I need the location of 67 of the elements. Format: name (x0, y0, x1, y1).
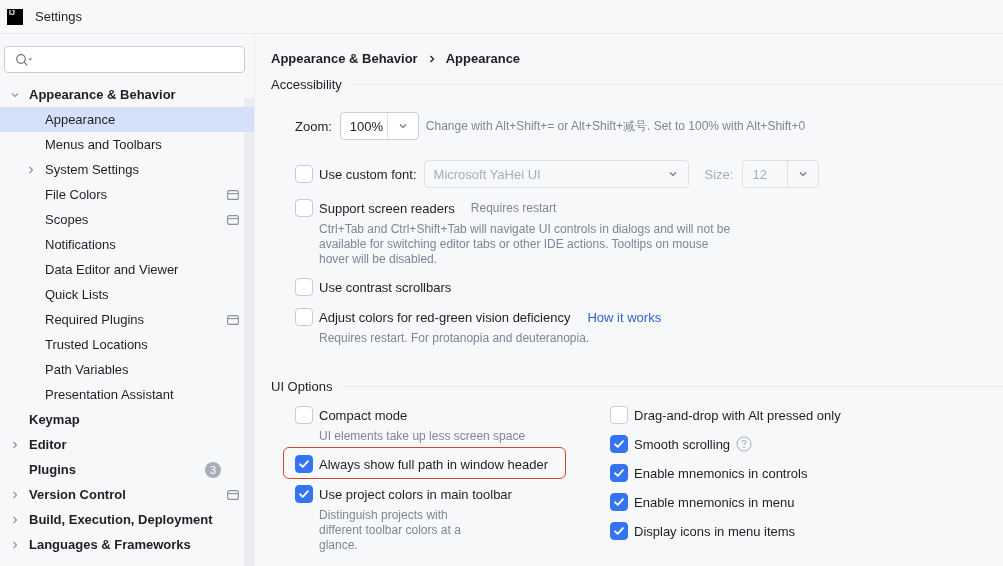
checkbox[interactable] (610, 493, 628, 511)
checkbox-label[interactable]: Enable mnemonics in controls (634, 465, 808, 481)
option-description: Requires restart. For protanopia and deuteranopia. (319, 331, 591, 346)
checkbox[interactable] (610, 435, 628, 453)
checkbox[interactable] (295, 199, 313, 217)
tree-item[interactable]: Trusted Locations (0, 332, 254, 357)
help-icon[interactable] (736, 436, 753, 452)
tree-item[interactable]: Build, Execution, Deployment (0, 507, 254, 532)
count-badge: 3 (205, 461, 221, 478)
checkbox-label[interactable]: Adjust colors for red-green vision deficiency (319, 309, 571, 325)
restart-note: Requires restart (470, 201, 557, 215)
window-title: Settings (35, 9, 82, 24)
zoom-dropdown[interactable]: 100% (339, 112, 419, 140)
checkbox[interactable] (295, 165, 313, 183)
chevron-down-icon (798, 169, 809, 179)
tree-item[interactable]: Presentation Assistant (0, 382, 254, 407)
checkbox-label[interactable]: Use custom font: (319, 166, 417, 182)
chevron-down-icon (667, 169, 678, 179)
tree-item[interactable]: Languages & Frameworks (0, 532, 254, 557)
checkbox[interactable] (295, 455, 313, 473)
option-description: Distinguish projects with different toolbar colors at a glance. (319, 508, 462, 553)
tree-item[interactable]: Path Variables (0, 357, 254, 382)
section-title: UI Options (271, 378, 333, 394)
scrollbar[interactable] (244, 98, 254, 566)
option-description: UI elements take up less screen space (319, 429, 527, 444)
checkbox[interactable] (610, 522, 628, 540)
tree-item[interactable]: Appearance (0, 107, 254, 132)
checkbox[interactable] (295, 485, 313, 503)
breadcrumb-item[interactable]: Appearance (445, 51, 521, 66)
size-label: Size: (704, 166, 734, 182)
checkbox-label[interactable]: Use contrast scrollbars (319, 279, 452, 295)
tree-item[interactable]: System Settings (0, 157, 254, 182)
search-field[interactable] (4, 46, 245, 73)
tree-item[interactable]: Notifications (0, 232, 254, 257)
checkbox[interactable] (610, 464, 628, 482)
tree-item[interactable]: Required Plugins (0, 307, 254, 332)
checkbox-label[interactable]: Compact mode (319, 407, 408, 423)
chevron-down-icon (397, 121, 408, 131)
checkbox[interactable] (295, 406, 313, 424)
breadcrumb-item[interactable]: Appearance & Behavior (271, 51, 418, 66)
tree-item[interactable]: Quick Lists (0, 282, 254, 307)
option-description: Ctrl+Tab and Ctrl+Shift+Tab will navigate UI controls in dialogs and will not be available for switching editor tabs or other IDE actions. Tooltips on mouse hover will be disabled. (319, 222, 732, 267)
tree-item[interactable]: Appearance & Behavior (0, 82, 254, 107)
checkbox[interactable] (610, 406, 628, 424)
checkbox[interactable] (295, 308, 313, 326)
tree-item[interactable]: Data Editor and Viewer (0, 257, 254, 282)
checkbox-label[interactable]: Always show full path in window header (319, 456, 549, 472)
tree-item[interactable]: Editor (0, 432, 254, 457)
tree-item[interactable]: Menus and Toolbars (0, 132, 254, 157)
tree-item[interactable]: Keymap (0, 407, 254, 432)
checkbox-label[interactable]: Display icons in menu items (634, 523, 796, 539)
checkbox-label[interactable]: Use project colors in main toolbar (319, 486, 512, 502)
tree-item[interactable]: File Colors (0, 182, 254, 207)
section-title: Accessibility (271, 76, 342, 92)
tree-item[interactable]: Plugins 3 (0, 457, 254, 482)
checkbox-label[interactable]: Support screen readers (319, 200, 455, 216)
help-link[interactable]: How it works (587, 309, 662, 325)
chevron-right-icon (427, 53, 436, 64)
checkbox-label[interactable]: Smooth scrolling (634, 436, 731, 452)
checkbox-label[interactable]: Drag-and-drop with Alt pressed only (634, 407, 841, 423)
zoom-label: Zoom: (295, 118, 332, 134)
search-icon (15, 52, 33, 67)
checkbox-label[interactable]: Enable mnemonics in menu (634, 494, 795, 510)
tree-item[interactable]: Scopes (0, 207, 254, 232)
checkbox[interactable] (295, 278, 313, 296)
tree-item[interactable]: Version Control (0, 482, 254, 507)
hint-text: Change with Alt+Shift+= or Alt+Shift+减号. Set to 100% with Alt+Shift+0 (425, 117, 806, 135)
